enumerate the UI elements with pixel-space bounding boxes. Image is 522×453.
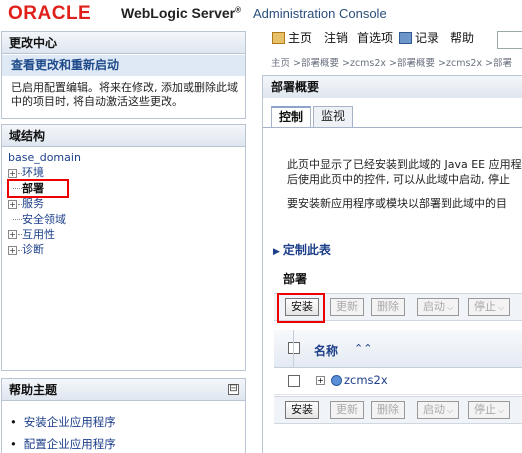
tree-item-diagnostics[interactable]: + 诊断 [8, 242, 81, 257]
table-header: 名称 ⌃⌃ [274, 330, 522, 368]
tree-item-interoperability[interactable]: + 互用性 [8, 227, 81, 242]
deployments-highlight [7, 178, 69, 198]
sort-icon[interactable]: ⌃⌃ [354, 342, 372, 355]
search-input[interactable] [497, 31, 522, 49]
home-icon [272, 32, 285, 44]
home-link[interactable]: 主页 [272, 28, 312, 48]
select-all-checkbox[interactable] [288, 342, 300, 354]
logout-link[interactable]: 注销 [324, 28, 348, 48]
domain-tree: base_domain + 环境 部署 + 服务 安全领域 + 互用性 + 诊断 [7, 150, 81, 258]
description-line: 后使用此页中的控件, 可以从此域中启动, 停止 [287, 173, 510, 186]
preferences-link[interactable]: 首选项 [357, 28, 393, 48]
view-changes-link[interactable]: 查看更改和重新启动 [2, 55, 245, 76]
tab-control[interactable]: 控制 [271, 106, 312, 127]
install-highlight [277, 293, 325, 323]
dropdown-caret-icon: ⌵ [498, 406, 505, 415]
stop-button[interactable]: 停止 ⌵ [468, 401, 511, 419]
stop-button[interactable]: 停止 ⌵ [468, 298, 511, 316]
customize-table-link[interactable]: 定制此表 [273, 241, 331, 258]
product-name: WebLogic Server® [121, 5, 242, 21]
help-topics-panel: 帮助主题 ⊟ 安装企业应用程序 配置企业应用程序 [1, 378, 246, 453]
tab-divider [263, 127, 522, 128]
description-line: 此页中显示了已经安装到此域的 Java EE 应用程序 [287, 158, 522, 171]
page-title: 部署概要 [263, 76, 522, 98]
expand-icon[interactable]: + [8, 168, 17, 178]
expand-icon[interactable]: + [8, 230, 17, 240]
main-content: 部署概要 控制 监视 此页中显示了已经安装到此域的 Java EE 应用程序 后… [262, 75, 522, 453]
domain-structure-title: 域结构 [2, 125, 245, 147]
start-button[interactable]: 启动 ⌵ [417, 298, 460, 316]
delete-button[interactable]: 删除 [371, 401, 405, 419]
description-line: 要安装新应用程序或模块以部署到此域中的目 [287, 197, 507, 210]
dropdown-caret-icon: ⌵ [498, 303, 505, 312]
domain-root-link[interactable]: base_domain [8, 151, 81, 164]
column-name-header[interactable]: 名称 [314, 342, 338, 359]
expand-icon[interactable]: + [316, 376, 325, 385]
tree-item-security-realms[interactable]: 安全领域 [8, 212, 81, 227]
change-center-title: 更改中心 [2, 32, 245, 54]
application-icon [331, 375, 342, 386]
expand-icon[interactable]: + [8, 245, 17, 255]
delete-button[interactable]: 删除 [371, 298, 405, 316]
tab-monitoring[interactable]: 监视 [313, 106, 354, 127]
domain-structure-panel: 域结构 base_domain + 环境 部署 + 服务 安全领域 + 互用性 + 诊断 [1, 124, 246, 371]
record-icon [399, 32, 412, 44]
dropdown-caret-icon: ⌵ [447, 406, 454, 415]
record-link[interactable]: 记录 [399, 28, 439, 48]
change-center-text: 已启用配置编辑。将来在修改, 添加或删除此域中的项目时, 将自动激活这些更改。 [11, 81, 238, 108]
help-item[interactable]: 安装企业应用程序 [10, 411, 116, 433]
table-row: + zcms2x [274, 368, 522, 395]
app-link-zcms2x[interactable]: zcms2x [344, 373, 388, 387]
header: ORACLE WebLogic Server® Administration C… [0, 0, 522, 28]
help-item[interactable]: 配置企业应用程序 [10, 433, 116, 453]
install-button[interactable]: 安装 [285, 401, 319, 419]
expand-icon[interactable]: + [8, 199, 17, 209]
tree-item-deployments[interactable]: 部署 [7, 178, 81, 198]
update-button[interactable]: 更新 [330, 401, 364, 419]
dropdown-caret-icon: ⌵ [447, 303, 454, 312]
button-bar-bottom: 安装 更新 删除 启动 ⌵ 停止 ⌵ [274, 396, 522, 424]
change-center-panel: 更改中心 查看更改和重新启动 已启用配置编辑。将来在修改, 添加或删除此域中的项… [1, 31, 246, 119]
help-topics-title: 帮助主题 [2, 379, 245, 401]
console-subtitle: Administration Console [253, 6, 387, 21]
oracle-logo: ORACLE [8, 3, 92, 24]
breadcrumb[interactable]: 主页 >部署概要 >zcms2x >部署概要 >zcms2x >部署 [271, 55, 512, 69]
top-toolbar: 主页 注销 首选项 记录 帮助 [262, 28, 522, 48]
deployments-section-title: 部署 [283, 272, 308, 286]
help-link[interactable]: 帮助 [450, 28, 474, 48]
start-button[interactable]: 启动 ⌵ [417, 401, 460, 419]
row-checkbox[interactable] [288, 375, 300, 387]
help-topics-list: 安装企业应用程序 配置企业应用程序 [10, 411, 116, 453]
collapse-icon[interactable]: ⊟ [228, 384, 239, 395]
tree-item-services[interactable]: + 服务 [8, 196, 81, 211]
update-button[interactable]: 更新 [330, 298, 364, 316]
